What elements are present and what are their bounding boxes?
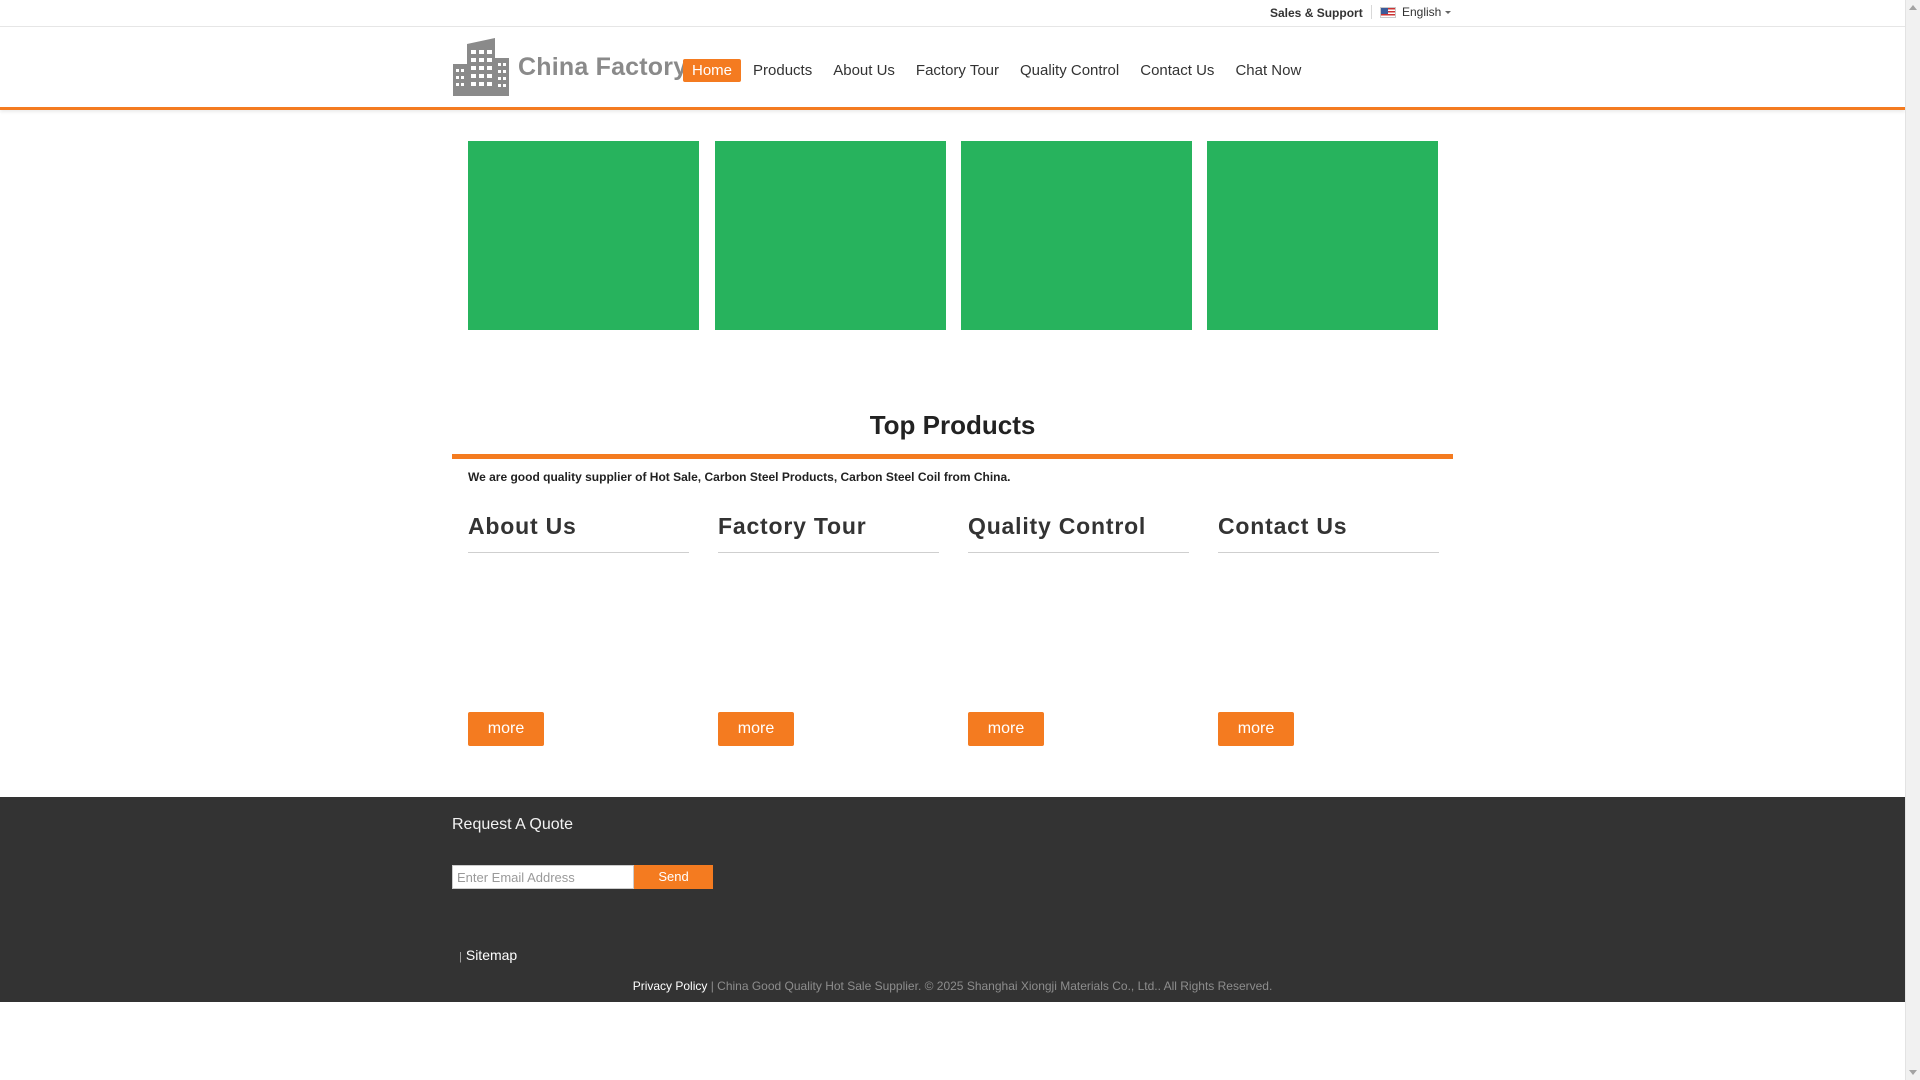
nav-chat-now[interactable]: Chat Now xyxy=(1226,59,1310,82)
banner-tile[interactable] xyxy=(468,141,699,330)
sitemap-link[interactable]: Sitemap xyxy=(466,947,517,963)
sitemap-separator: | xyxy=(459,951,462,963)
sitemap-row: | Sitemap xyxy=(459,947,517,963)
section-title[interactable]: Factory Tour xyxy=(718,510,939,542)
section-divider xyxy=(968,552,1189,553)
banner-tile[interactable] xyxy=(715,141,946,330)
nav-quality-control[interactable]: Quality Control xyxy=(1011,59,1128,82)
top-products-description: We are good quality supplier of Hot Sale… xyxy=(468,470,1011,484)
quality-control-section: Quality Control xyxy=(968,510,1189,553)
sales-support-link[interactable]: Sales & Support xyxy=(1270,6,1363,20)
site-logo[interactable]: China Factory xyxy=(453,38,687,96)
nav-home[interactable]: Home xyxy=(683,59,742,82)
request-quote-title: Request A Quote xyxy=(452,816,573,833)
section-title[interactable]: Quality Control xyxy=(968,510,1189,542)
top-bar-divider xyxy=(1371,5,1372,19)
factory-tour-more-button[interactable]: more xyxy=(718,712,794,746)
section-title[interactable]: About Us xyxy=(468,510,689,542)
section-divider xyxy=(1218,552,1439,553)
section-title[interactable]: Contact Us xyxy=(1218,510,1439,542)
scroll-up-arrow-icon[interactable] xyxy=(1909,5,1917,10)
scroll-down-arrow-icon[interactable] xyxy=(1909,1070,1917,1075)
vertical-scrollbar[interactable] xyxy=(1905,0,1920,1080)
nav-products[interactable]: Products xyxy=(744,59,821,82)
nav-about-us[interactable]: About Us xyxy=(824,59,904,82)
send-button[interactable]: Send xyxy=(634,865,713,889)
factory-tour-section: Factory Tour xyxy=(718,510,939,553)
contact-us-more-button[interactable]: more xyxy=(1218,712,1294,746)
email-input[interactable] xyxy=(452,865,634,889)
top-products-divider xyxy=(452,454,1453,459)
nav-contact-us[interactable]: Contact Us xyxy=(1131,59,1223,82)
banner-tile[interactable] xyxy=(1207,141,1438,330)
us-flag-icon xyxy=(1380,6,1396,18)
logo-text: China Factory xyxy=(518,53,688,81)
quality-control-more-button[interactable]: more xyxy=(968,712,1044,746)
section-divider xyxy=(468,552,689,553)
language-label: English xyxy=(1402,5,1442,19)
top-products-title: Top Products xyxy=(869,410,1036,440)
contact-us-section: Contact Us xyxy=(1218,510,1439,553)
site-footer: Request A Quote Send | Sitemap Privacy Po… xyxy=(0,797,1905,1002)
privacy-policy-link[interactable]: Privacy Policy xyxy=(633,979,708,993)
main-nav: Home Products About Us Factory Tour Qual… xyxy=(683,59,1313,82)
copyright-text: | China Good Quality Hot Sale Supplier. … xyxy=(707,979,1273,993)
page: Sales & Support English China Factory Ho… xyxy=(0,0,1905,1080)
caret-down-icon xyxy=(1445,11,1452,14)
section-divider xyxy=(718,552,939,553)
building-icon xyxy=(453,38,509,96)
banner-tile[interactable] xyxy=(961,141,1192,330)
top-bar: Sales & Support English xyxy=(0,0,1905,27)
copyright-bar: Privacy Policy | China Good Quality Hot … xyxy=(0,979,1905,993)
site-header: China Factory Home Products About Us Fac… xyxy=(0,27,1905,110)
nav-factory-tour[interactable]: Factory Tour xyxy=(907,59,1008,82)
language-selector[interactable]: English xyxy=(1380,5,1452,19)
about-us-more-button[interactable]: more xyxy=(468,712,544,746)
about-us-section: About Us xyxy=(468,510,689,553)
